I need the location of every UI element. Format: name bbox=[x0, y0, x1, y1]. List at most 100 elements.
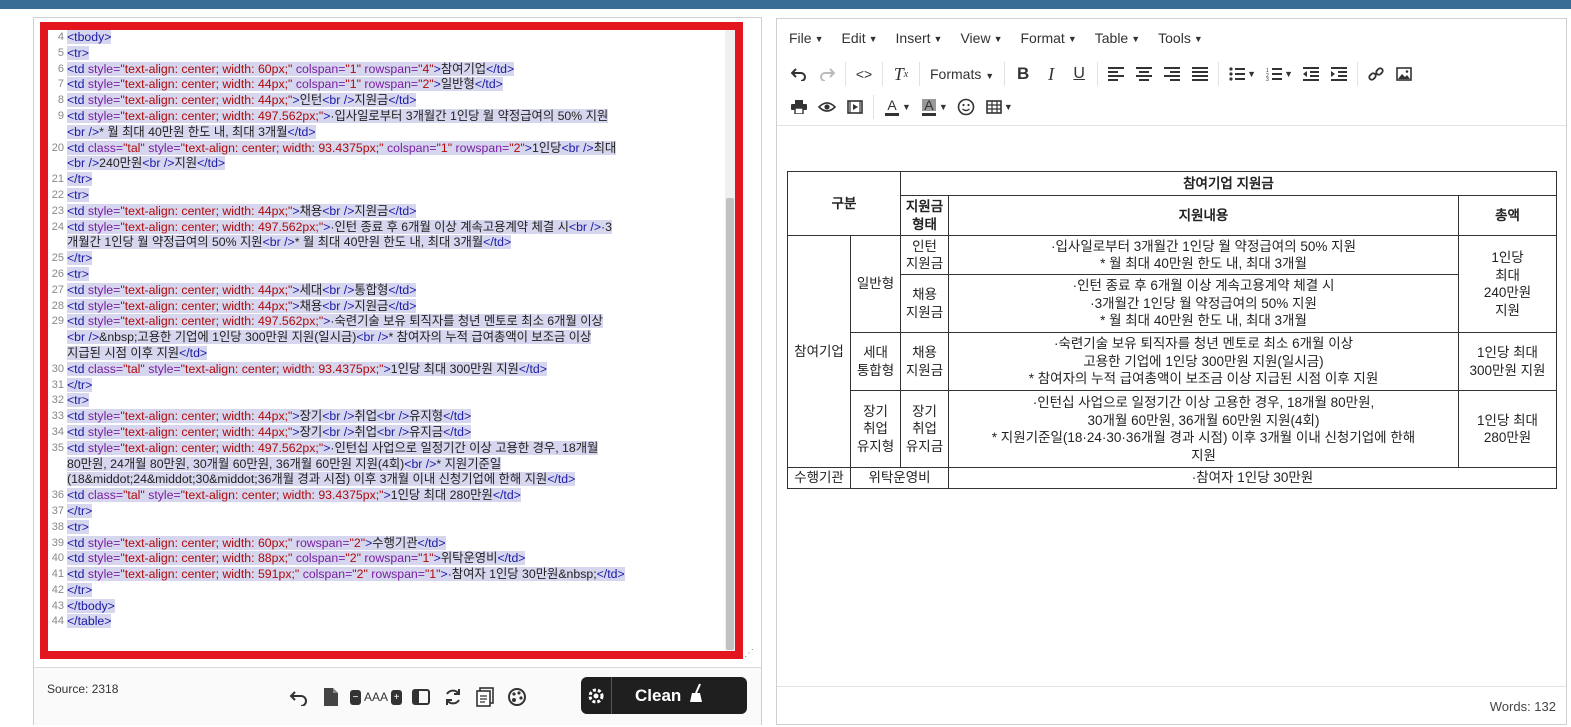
decrease-font-icon[interactable]: − bbox=[350, 689, 361, 705]
media-icon[interactable] bbox=[841, 94, 869, 120]
scrollbar-thumb[interactable] bbox=[726, 198, 734, 650]
code-text[interactable]: </table> bbox=[67, 614, 112, 629]
code-text[interactable]: <td class="tal" style="text-align: cente… bbox=[67, 361, 547, 376]
formats-dropdown[interactable]: Formats ▼ bbox=[924, 66, 1000, 82]
emoticons-icon[interactable] bbox=[952, 94, 980, 120]
menu-table[interactable]: Table ▼ bbox=[1095, 30, 1140, 46]
code-line[interactable]: 44 </table> bbox=[48, 614, 725, 630]
code-line[interactable]: 22 <tr> bbox=[48, 187, 725, 204]
code-line[interactable]: 29 <td style="text-align: center; width: … bbox=[48, 314, 725, 361]
code-text[interactable]: </tbody> bbox=[67, 598, 115, 613]
cell-hire-content[interactable]: ·인턴 종료 후 6개월 이상 계속고용계약 체결 시 ·3개월간 1인당 월 … bbox=[948, 274, 1459, 333]
bullet-list-caret-icon[interactable]: ▼ bbox=[1247, 69, 1256, 79]
code-text[interactable]: <td class="tal" style="text-align: cente… bbox=[67, 140, 617, 171]
redo-icon[interactable] bbox=[813, 61, 841, 87]
code-line[interactable]: 39 <td style="text-align: center; width: … bbox=[48, 535, 725, 552]
cell-agency[interactable]: 수행기관 bbox=[787, 467, 851, 489]
code-line[interactable]: 33 <td style="text-align: center; width: … bbox=[48, 409, 725, 425]
cell-general[interactable]: 일반형 bbox=[850, 235, 901, 333]
code-line[interactable]: 4 <tbody> bbox=[48, 30, 725, 46]
increase-font-icon[interactable]: + bbox=[391, 689, 403, 705]
code-line[interactable]: 26 <tr> bbox=[48, 266, 725, 283]
code-line[interactable]: 27 <td style="text-align: center; width: … bbox=[48, 282, 725, 299]
code-line[interactable]: 40 <td style="text-align: center; width: … bbox=[48, 551, 725, 567]
underline-icon[interactable]: U bbox=[1065, 61, 1093, 87]
refresh-icon[interactable] bbox=[440, 686, 466, 708]
code-text[interactable]: <td style="text-align: center; width: 60… bbox=[67, 61, 515, 76]
cell-company[interactable]: 참여기업 bbox=[787, 235, 851, 468]
code-text[interactable]: <td style="text-align: center; width: 49… bbox=[67, 440, 599, 487]
code-text[interactable]: <tr> bbox=[67, 187, 89, 202]
numbered-list-caret-icon[interactable]: ▼ bbox=[1284, 69, 1293, 79]
code-text[interactable]: </tr> bbox=[67, 172, 93, 187]
code-line[interactable]: 30 <td class="tal" style="text-align: cen… bbox=[48, 361, 725, 378]
header-category[interactable]: 구분 bbox=[787, 171, 901, 236]
cell-gen-content[interactable]: ·숙련기술 보유 퇴직자를 청년 멘토로 최소 6개월 이상 고용한 기업에 1… bbox=[948, 332, 1459, 391]
menu-tools[interactable]: Tools ▼ bbox=[1158, 30, 1203, 46]
code-text[interactable]: <td style="text-align: center; width: 49… bbox=[67, 108, 609, 139]
cell-intern-type[interactable]: 인턴 지원금 bbox=[900, 235, 949, 275]
preview-icon[interactable] bbox=[813, 94, 841, 120]
code-line[interactable]: 38 <tr> bbox=[48, 519, 725, 536]
code-text[interactable]: </tr> bbox=[67, 377, 93, 392]
bold-icon[interactable]: B bbox=[1009, 61, 1037, 87]
menu-view[interactable]: View ▼ bbox=[960, 30, 1002, 46]
gear-icon[interactable] bbox=[581, 677, 612, 714]
align-left-icon[interactable] bbox=[1102, 61, 1130, 87]
code-text[interactable]: <td style="text-align: center; width: 44… bbox=[67, 93, 417, 108]
clean-button[interactable]: Clean bbox=[581, 677, 747, 714]
image-icon[interactable] bbox=[1390, 61, 1418, 87]
code-line[interactable]: 5 <tr> bbox=[48, 45, 725, 62]
code-line[interactable]: 28 <td style="text-align: center; width: … bbox=[48, 298, 725, 315]
header-type[interactable]: 지원금 형태 bbox=[900, 195, 949, 236]
code-text[interactable]: <td style="text-align: center; width: 44… bbox=[67, 298, 417, 313]
menu-format[interactable]: Format ▼ bbox=[1020, 30, 1076, 46]
code-line[interactable]: 43 </tbody> bbox=[48, 598, 725, 615]
header-group[interactable]: 참여기업 지원금 bbox=[900, 171, 1557, 196]
undo-icon[interactable] bbox=[785, 61, 813, 87]
align-center-icon[interactable] bbox=[1130, 61, 1158, 87]
cell-long-content[interactable]: ·인턴십 사업으로 일정기간 이상 고용한 경우, 18개월 80만원, 30개… bbox=[948, 390, 1459, 468]
code-text[interactable]: <td style="text-align: center; width: 44… bbox=[67, 282, 417, 297]
background-color-caret-icon[interactable]: ▼ bbox=[939, 102, 948, 112]
code-line[interactable]: 35 <td style="text-align: center; width: … bbox=[48, 440, 725, 488]
source-code-area[interactable]: 4 <tbody> 5 <tr> 6 <td style="text-align: cen… bbox=[48, 30, 725, 651]
code-line[interactable]: 20 <td class="tal" style="text-align: cen… bbox=[48, 140, 725, 173]
align-right-icon[interactable] bbox=[1158, 61, 1186, 87]
indent-icon[interactable] bbox=[1325, 61, 1353, 87]
code-line[interactable]: 41 <td style="text-align: center; width: … bbox=[48, 567, 725, 583]
code-line[interactable]: 9 <td style="text-align: center; width: 4… bbox=[48, 108, 725, 141]
code-line[interactable]: 36 <td class="tal" style="text-align: cen… bbox=[48, 488, 725, 504]
code-text[interactable]: <tr> bbox=[67, 519, 89, 534]
code-line[interactable]: 32 <tr> bbox=[48, 393, 725, 409]
cell-gen-integrated[interactable]: 세대 통합형 bbox=[850, 332, 901, 391]
code-text[interactable]: <td style="text-align: center; width: 59… bbox=[67, 567, 625, 582]
code-text[interactable]: </tr> bbox=[67, 251, 93, 266]
italic-icon[interactable]: I bbox=[1037, 61, 1065, 87]
code-line[interactable]: 6 <td style="text-align: center; width: 6… bbox=[48, 61, 725, 78]
wrap-icon[interactable] bbox=[408, 686, 434, 708]
code-line[interactable]: 37 </tr> bbox=[48, 503, 725, 520]
clear-formatting-icon[interactable]: Tx bbox=[887, 61, 915, 87]
outdent-icon[interactable] bbox=[1297, 61, 1325, 87]
text-color-caret-icon[interactable]: ▼ bbox=[902, 102, 911, 112]
code-line[interactable]: 7 <td style="text-align: center; width: 4… bbox=[48, 77, 725, 93]
code-text[interactable]: </tr> bbox=[67, 503, 93, 518]
cell-intern-content[interactable]: ·입사일로부터 3개월간 1인당 월 약정급여의 50% 지원 * 월 최대 4… bbox=[948, 235, 1459, 275]
source-code-frame[interactable]: 4 <tbody> 5 <tr> 6 <td style="text-align: cen… bbox=[40, 22, 743, 659]
cell-long-total[interactable]: 1인당 최대 280만원 bbox=[1458, 390, 1557, 468]
source-code-icon[interactable]: <> bbox=[850, 61, 878, 87]
code-line[interactable]: 25 </tr> bbox=[48, 251, 725, 267]
code-text[interactable]: <td style="text-align: center; width: 44… bbox=[67, 409, 472, 424]
undo-icon[interactable] bbox=[286, 686, 312, 708]
vertical-scrollbar[interactable] bbox=[725, 30, 735, 651]
code-line[interactable]: 8 <td style="text-align: center; width: 4… bbox=[48, 93, 725, 109]
copy-icon[interactable] bbox=[472, 686, 498, 708]
header-total[interactable]: 총액 bbox=[1458, 195, 1557, 236]
link-icon[interactable] bbox=[1362, 61, 1390, 87]
code-text[interactable]: <td style="text-align: center; width: 44… bbox=[67, 203, 417, 218]
code-text[interactable]: <td style="text-align: center; width: 44… bbox=[67, 77, 503, 92]
cell-gen-total[interactable]: 1인당 최대 300만원 지원 bbox=[1458, 332, 1557, 391]
table-caret-icon[interactable]: ▼ bbox=[1004, 102, 1013, 112]
cell-agency-type[interactable]: 위탁운영비 bbox=[850, 467, 949, 489]
